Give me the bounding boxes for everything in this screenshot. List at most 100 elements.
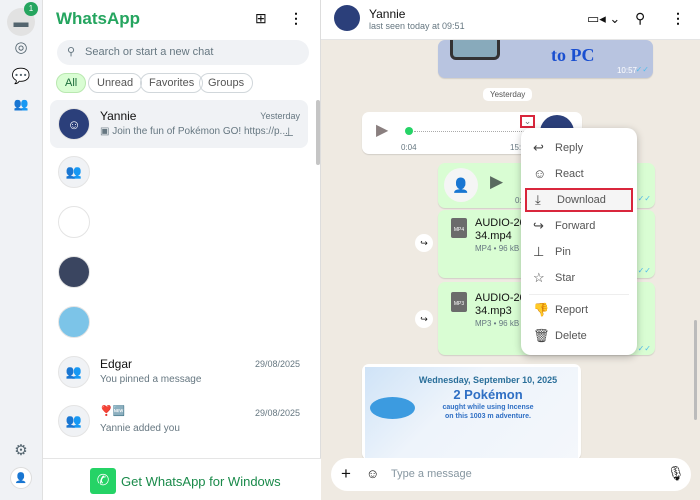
pokemon-date: Wednesday, September 10, 2025 [418, 375, 558, 385]
menu-label: React [555, 168, 584, 180]
video-call-icon[interactable]: ▭◂ ⌄ [587, 11, 620, 27]
menu-label: Star [555, 272, 576, 284]
scrollbar[interactable] [316, 100, 320, 165]
menu-item-delete[interactable]: 🗑 Delete [521, 324, 637, 348]
app-title: WhatsApp [56, 9, 141, 28]
chat-item[interactable] [50, 248, 308, 296]
menu-item-star[interactable]: ☆ Star [521, 266, 637, 290]
file-icon: MP3 [451, 292, 467, 312]
message-composer: + ☺ Type a message 🎙 [331, 458, 691, 491]
search-icon[interactable]: ⚲ [635, 10, 645, 27]
menu-label: Delete [555, 330, 587, 342]
microphone-icon[interactable]: 🎙 [667, 465, 685, 482]
chat-item[interactable] [50, 298, 308, 346]
date-divider: Yesterday [483, 88, 533, 101]
star-icon: ☆ [533, 270, 545, 285]
avatar [58, 306, 90, 338]
chat-time: Yesterday [260, 111, 300, 121]
avatar: ☺ [58, 108, 90, 140]
preview-text: Join the fun of Pokémon GO! https://p... [112, 126, 288, 137]
group-avatar-icon: 👥 [58, 156, 90, 188]
filter-unread[interactable]: Unread [88, 73, 143, 93]
new-chat-icon[interactable]: ⊞ [255, 10, 267, 27]
filter-all[interactable]: All [56, 73, 87, 93]
pokemon-title: 2 Pokémon [453, 387, 523, 402]
profile-icon[interactable]: 👤 [10, 467, 32, 489]
pokemon-line1: caught while using Incense [442, 404, 534, 411]
pokemon-line2: on this 1003 m adventure. [445, 413, 531, 420]
message-input[interactable]: Type a message [391, 468, 651, 480]
unread-badge: 1 [24, 2, 38, 16]
chat-item-yannie[interactable]: ☺ Yannie Yesterday ▣ Join the fun of Pok… [50, 100, 308, 148]
chat-name: ❣️🆕 [100, 406, 125, 417]
chat-time: 29/08/2025 [254, 408, 300, 418]
file-meta: MP4 • 96 kB [475, 244, 520, 253]
conversation-pane: Yannie last seen today at 09:51 ▭◂ ⌄ ⚲ ⋮… [321, 0, 700, 500]
settings-icon[interactable]: ⚙ [10, 439, 32, 461]
read-ticks-icon: ✓✓ [637, 194, 651, 203]
banner-text: Get WhatsApp for Windows [121, 474, 281, 489]
file-icon: MP4 [451, 218, 467, 238]
smiley-icon: ☺ [533, 166, 547, 181]
communities-icon[interactable]: 👥 [10, 93, 32, 115]
thumbs-down-icon: 👎 [533, 302, 550, 317]
waveform [414, 131, 524, 132]
menu-label: Download [557, 194, 606, 206]
menu-item-react[interactable]: ☺ React [521, 162, 637, 186]
attach-plus-icon[interactable]: + [341, 464, 351, 484]
last-seen: last seen today at 09:51 [369, 21, 465, 31]
get-windows-banner[interactable]: ✆ Get WhatsApp for Windows [43, 458, 321, 500]
read-ticks-icon: ✓✓ [637, 344, 651, 353]
chat-item[interactable] [50, 198, 308, 246]
filter-groups[interactable]: Groups [199, 73, 254, 93]
chat-name: Yannie [100, 109, 137, 123]
contact-avatar[interactable] [334, 5, 360, 31]
menu-icon[interactable]: ⋮ [289, 10, 303, 27]
message-options-chevron-icon[interactable]: ⌄ [520, 115, 535, 128]
menu-item-forward[interactable]: ↪ Forward [521, 214, 637, 238]
chat-preview: Yannie added you [100, 423, 180, 434]
group-avatar-icon: 👥 [58, 405, 90, 437]
voice-avatar-icon: 👤 [444, 168, 478, 202]
menu-item-download[interactable]: ⤓ Download [525, 188, 633, 212]
pokemon-image-message[interactable]: Wednesday, September 10, 2025 2 Pokémon … [362, 364, 581, 460]
chat-list-panel: WhatsApp ⊞ ⋮ ⚲ Search or start a new chat… [43, 0, 321, 500]
forward-icon[interactable]: ↪ [415, 310, 433, 328]
file-meta: MP3 • 96 kB [475, 319, 520, 328]
menu-label: Forward [555, 220, 596, 232]
sticker-icon[interactable]: ☺ [366, 466, 379, 481]
channels-icon[interactable]: 💬 [10, 65, 32, 87]
image-caption: to PC [551, 45, 595, 65]
whatsapp-logo-icon: ✆ [90, 468, 116, 494]
message-context-menu: ↩ Reply ☺ React ⤓ Download ↪ Forward ⊥ Pin ☆ S… [521, 128, 637, 355]
contact-name[interactable]: Yannie [369, 7, 405, 21]
progress-dot[interactable] [405, 127, 413, 135]
pokemon-image: Wednesday, September 10, 2025 2 Pokémon … [365, 367, 578, 460]
status-icon[interactable]: ◎ [10, 36, 32, 58]
pin-icon: ⊥ [533, 244, 545, 259]
chat-time: 29/08/2025 [254, 359, 300, 369]
chat-item[interactable]: 👥 ❣️🆕 29/08/2025 Yannie added you [50, 397, 308, 445]
play-icon[interactable]: ▶ [376, 120, 388, 140]
forward-icon[interactable]: ↪ [415, 234, 433, 252]
trash-icon: 🗑 [533, 328, 550, 343]
chat-item[interactable]: 👥 [50, 148, 308, 196]
menu-label: Report [555, 304, 589, 316]
reply-icon: ↩ [533, 140, 544, 155]
menu-icon[interactable]: ⋮ [671, 10, 685, 27]
search-input[interactable]: ⚲ Search or start a new chat [57, 40, 309, 65]
read-ticks-icon: ✓✓ [635, 65, 649, 74]
image-message[interactable]: to PC 10:57 ✓✓ [438, 40, 653, 78]
nav-rail: ▬ 1 ◎ 💬 👥 ⚙ 👤 [0, 0, 43, 500]
scrollbar[interactable] [694, 320, 697, 420]
chat-name: Edgar [100, 357, 133, 371]
menu-item-reply[interactable]: ↩ Reply [521, 136, 637, 160]
read-ticks-icon: ✓✓ [637, 266, 651, 275]
chat-preview: ▣ Join the fun of Pokémon GO! https://p.… [100, 126, 288, 137]
filter-favorites[interactable]: Favorites [140, 73, 204, 93]
menu-item-report[interactable]: 👎 Report [521, 298, 637, 322]
image-icon: ▣ [100, 126, 113, 137]
chat-item-edgar[interactable]: 👥 Edgar 29/08/2025 You pinned a message [50, 348, 308, 396]
menu-item-pin[interactable]: ⊥ Pin [521, 240, 637, 264]
play-icon[interactable]: ▶ [490, 172, 503, 192]
